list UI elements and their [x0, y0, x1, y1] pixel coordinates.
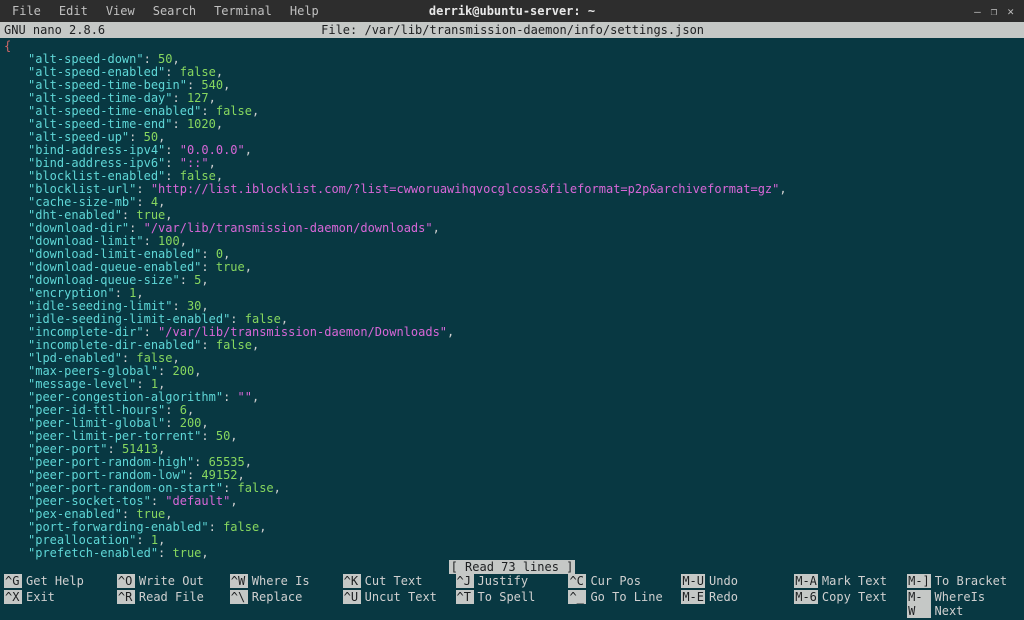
shortcut-key: M-U [681, 574, 705, 588]
menu-search[interactable]: Search [145, 2, 204, 20]
editor-area[interactable]: {"alt-speed-down": 50,"alt-speed-enabled… [0, 38, 1024, 560]
close-icon[interactable]: ✕ [1007, 5, 1014, 18]
shortcut-label: Undo [709, 574, 738, 588]
shortcut-key: ^J [456, 574, 474, 588]
shortcut-get-help: ^G Get Help [4, 574, 117, 588]
shortcut-label: To Spell [478, 590, 536, 604]
shortcut-key: ^\ [230, 590, 248, 604]
shortcut-redo: M-E Redo [681, 590, 794, 618]
shortcut-key: ^R [117, 590, 135, 604]
shortcut-key: M-W [907, 590, 930, 618]
menu-help[interactable]: Help [282, 2, 327, 20]
nano-file-label: File: /var/lib/transmission-daemon/info/… [5, 23, 1020, 37]
shortcut-key: ^X [4, 590, 22, 604]
shortcut-key: ^_ [568, 590, 586, 604]
shortcut-label: WhereIs Next [935, 590, 1020, 618]
shortcut-label: Justify [478, 574, 529, 588]
status-line: [ Read 73 lines ] [0, 560, 1024, 574]
window-controls: — ❐ ✕ [974, 5, 1020, 18]
shortcut-label: Replace [252, 590, 303, 604]
shortcut-key: ^K [343, 574, 361, 588]
shortcut-where-is: ^W Where Is [230, 574, 343, 588]
shortcut-key: ^W [230, 574, 248, 588]
shortcut-justify: ^J Justify [456, 574, 569, 588]
shortcut-label: Exit [26, 590, 55, 604]
shortcut-key: ^T [456, 590, 474, 604]
shortcut-label: Cur Pos [590, 574, 641, 588]
menu-file[interactable]: File [4, 2, 49, 20]
shortcut-key: M-6 [794, 590, 818, 604]
shortcut-label: Cut Text [365, 574, 423, 588]
shortcut-key: M-] [907, 574, 931, 588]
shortcut-to-spell: ^T To Spell [456, 590, 569, 618]
shortcut-label: Where Is [252, 574, 310, 588]
shortcut-key: ^G [4, 574, 22, 588]
menubar: FileEditViewSearchTerminalHelp derrik@ub… [0, 0, 1024, 22]
shortcut-replace: ^\ Replace [230, 590, 343, 618]
shortcut-label: Write Out [139, 574, 204, 588]
shortcut-key: ^U [343, 590, 361, 604]
menu-terminal[interactable]: Terminal [206, 2, 280, 20]
shortcut-go-to-line: ^_ Go To Line [568, 590, 681, 618]
shortcut-undo: M-U Undo [681, 574, 794, 588]
shortcut-uncut-text: ^U Uncut Text [343, 590, 456, 618]
shortcut-cur-pos: ^C Cur Pos [568, 574, 681, 588]
shortcut-whereis-next: M-WWhereIs Next [907, 590, 1020, 618]
shortcut-key: ^C [568, 574, 586, 588]
shortcut-label: To Bracket [935, 574, 1007, 588]
shortcut-write-out: ^O Write Out [117, 574, 230, 588]
shortcut-cut-text: ^K Cut Text [343, 574, 456, 588]
shortcut-label: Redo [709, 590, 738, 604]
shortcut-read-file: ^R Read File [117, 590, 230, 618]
shortcuts-row-1: ^G Get Help ^O Write Out ^W Where Is ^K Cut Tex… [0, 574, 1024, 590]
shortcut-key: M-E [681, 590, 705, 604]
shortcut-label: Uncut Text [365, 590, 437, 604]
window-title: derrik@ubuntu-server: ~ [429, 4, 595, 18]
shortcut-label: Mark Text [822, 574, 887, 588]
minimize-icon[interactable]: — [974, 5, 981, 18]
menu-edit[interactable]: Edit [51, 2, 96, 20]
shortcut-key: M-A [794, 574, 818, 588]
shortcut-label: Get Help [26, 574, 84, 588]
shortcuts-row-2: ^X Exit ^R Read File ^\ Replace ^U Uncut Text ^T… [0, 590, 1024, 620]
status-text: [ Read 73 lines ] [449, 560, 576, 574]
nano-header: GNU nano 2.8.6 File: /var/lib/transmissi… [0, 22, 1024, 38]
shortcut-key: ^O [117, 574, 135, 588]
menu-view[interactable]: View [98, 2, 143, 20]
shortcut-label: Go To Line [590, 590, 662, 604]
shortcut-mark-text: M-A Mark Text [794, 574, 907, 588]
maximize-icon[interactable]: ❐ [991, 5, 998, 18]
shortcut-label: Read File [139, 590, 204, 604]
shortcut-exit: ^X Exit [4, 590, 117, 618]
shortcut-to-bracket: M-] To Bracket [907, 574, 1020, 588]
shortcut-label: Copy Text [822, 590, 887, 604]
shortcut-copy-text: M-6 Copy Text [794, 590, 907, 618]
